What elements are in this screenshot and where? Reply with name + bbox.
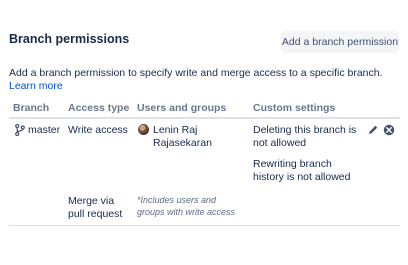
branch-name: master [28, 124, 61, 136]
avatar [138, 124, 149, 135]
row-divider [9, 225, 400, 226]
column-header-branch: Branch [13, 102, 50, 114]
description: Add a branch permission to specify write… [9, 67, 401, 93]
column-header-custom-settings: Custom settings [253, 102, 336, 114]
pencil-icon[interactable] [367, 124, 379, 136]
user-name-line1: Lenin Raj [153, 124, 198, 136]
access-type-merge: Merge via pull request [68, 195, 123, 220]
add-branch-permission-button[interactable]: Add a branch permission [281, 31, 399, 53]
branch-icon [15, 124, 25, 136]
remove-icon[interactable] [383, 124, 395, 136]
page-title: Branch permissions [9, 32, 130, 46]
merge-note: *Includes users and groups with write ac… [137, 195, 236, 217]
custom-setting-delete: Deleting this branch is not allowed [253, 124, 357, 149]
description-text: Add a branch permission to specify write… [9, 67, 383, 79]
column-header-users-groups: Users and groups [137, 102, 227, 114]
access-type-write: Write access [68, 124, 128, 136]
header-divider [9, 117, 400, 119]
custom-setting-rewrite: Rewriting branch history is not allowed [253, 158, 351, 183]
user-name-line2: Rajasekaran [153, 137, 212, 149]
learn-more-link[interactable]: Learn more [9, 80, 63, 92]
column-header-access-type: Access type [68, 102, 130, 114]
